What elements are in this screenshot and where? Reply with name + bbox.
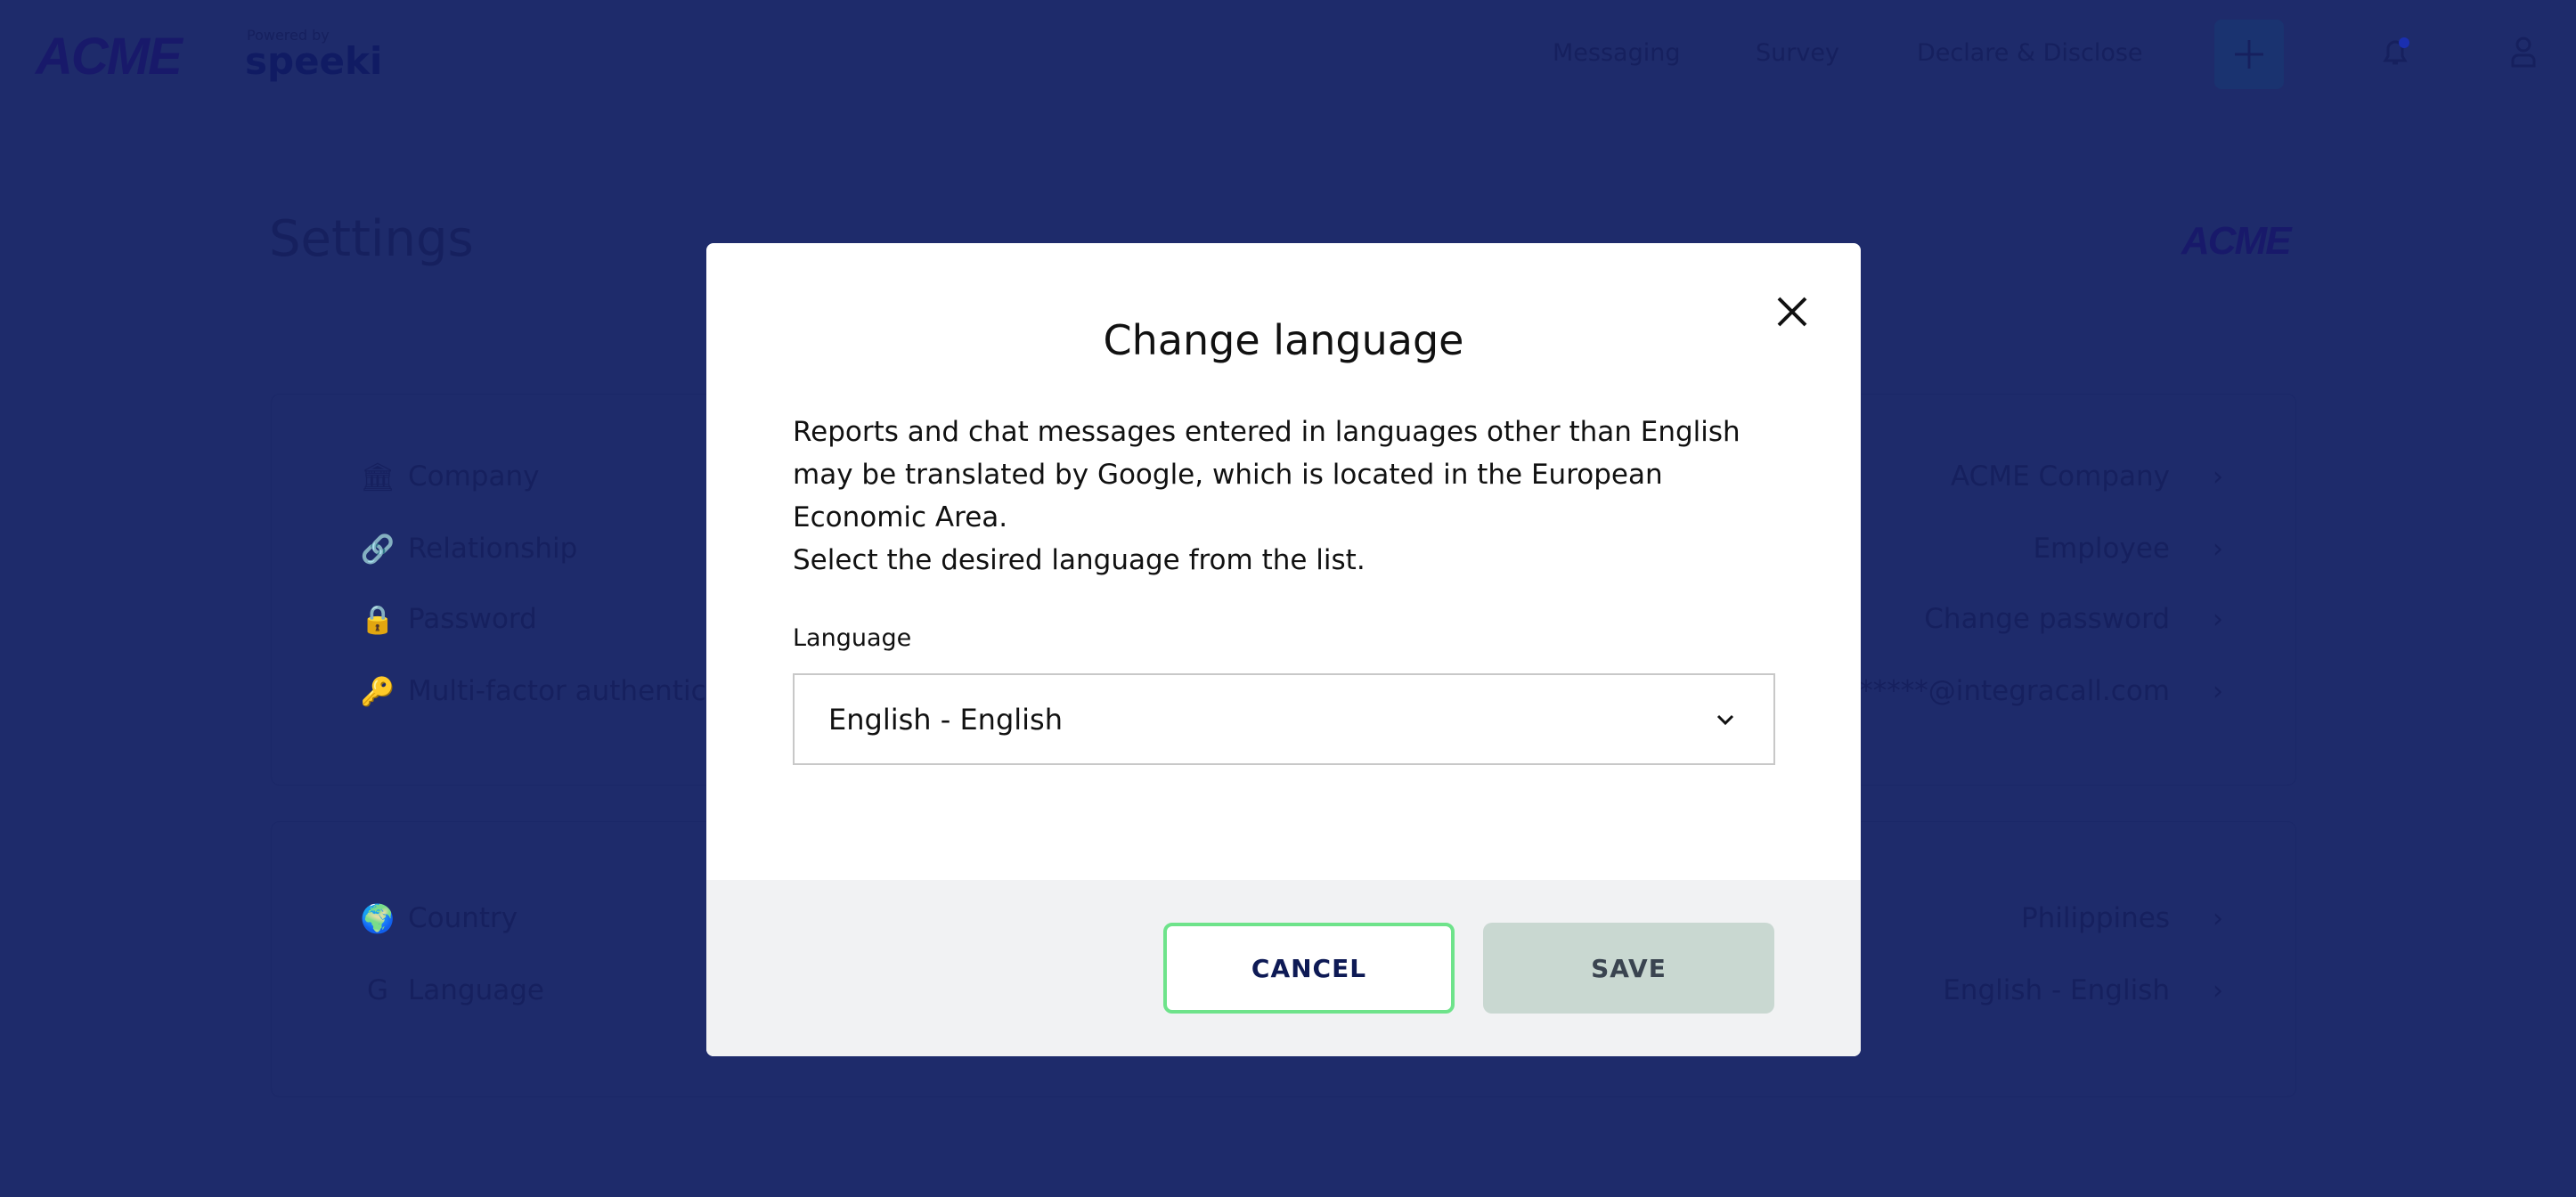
save-button[interactable]: SAVE	[1483, 923, 1774, 1014]
row-label: Relationship	[408, 533, 578, 565]
nav-survey[interactable]: Survey	[1756, 39, 1839, 67]
link-icon: 🔗	[360, 533, 395, 566]
row-value: ACME Company	[1951, 460, 2170, 493]
chevron-right-icon: ›	[2213, 603, 2223, 635]
plus-button[interactable]	[2214, 20, 2284, 89]
change-language-dialog: Change language Reports and chat message…	[706, 243, 1861, 1056]
user-icon[interactable]	[2510, 36, 2537, 68]
speeki-logo: speeki	[245, 39, 383, 83]
acme-logo: ACME	[36, 28, 183, 86]
nav-declare-disclose[interactable]: Declare & Disclose	[1917, 39, 2143, 67]
key-icon: 🔑	[360, 675, 395, 708]
nav-messaging[interactable]: Messaging	[1553, 39, 1680, 67]
chevron-right-icon: ›	[2213, 460, 2223, 493]
row-value: Change password	[1924, 603, 2170, 635]
chevron-right-icon: ›	[2213, 974, 2223, 1006]
translate-icon: G	[366, 974, 389, 1006]
row-label: Company	[408, 460, 540, 493]
chevron-right-icon: ›	[2213, 533, 2223, 565]
chevron-right-icon: ›	[2213, 675, 2223, 707]
close-icon[interactable]	[1772, 291, 1813, 332]
lock-icon: 🔒	[360, 603, 395, 636]
row-label: Country	[408, 902, 518, 934]
acme-logo-right: ACME	[2181, 219, 2292, 263]
language-field-label: Language	[793, 624, 912, 652]
dialog-instruction: Select the desired language from the lis…	[793, 544, 1365, 576]
chevron-down-icon	[1716, 714, 1734, 726]
row-value: Employee	[2033, 533, 2170, 565]
plus-icon	[2235, 40, 2263, 69]
bank-icon: 🏛	[360, 460, 395, 493]
row-value: English - English	[1943, 974, 2170, 1006]
row-value: ******@integracall.com	[1845, 675, 2170, 707]
cancel-button[interactable]: CANCEL	[1163, 923, 1455, 1014]
row-value: Philippines	[2020, 902, 2170, 934]
row-label: Password	[408, 603, 537, 635]
dialog-title: Change language	[1103, 316, 1464, 364]
language-select-value: English - English	[828, 702, 1063, 737]
dialog-description: Reports and chat messages entered in lan…	[793, 416, 1740, 533]
page-title: Settings	[269, 210, 474, 268]
row-label: Language	[408, 974, 544, 1006]
dialog-footer: CANCEL SAVE	[706, 880, 1861, 1056]
bell-icon[interactable]	[2380, 36, 2410, 68]
language-select[interactable]: English - English	[793, 673, 1775, 765]
globe-icon: 🌍	[360, 902, 395, 935]
chevron-right-icon: ›	[2213, 902, 2223, 934]
